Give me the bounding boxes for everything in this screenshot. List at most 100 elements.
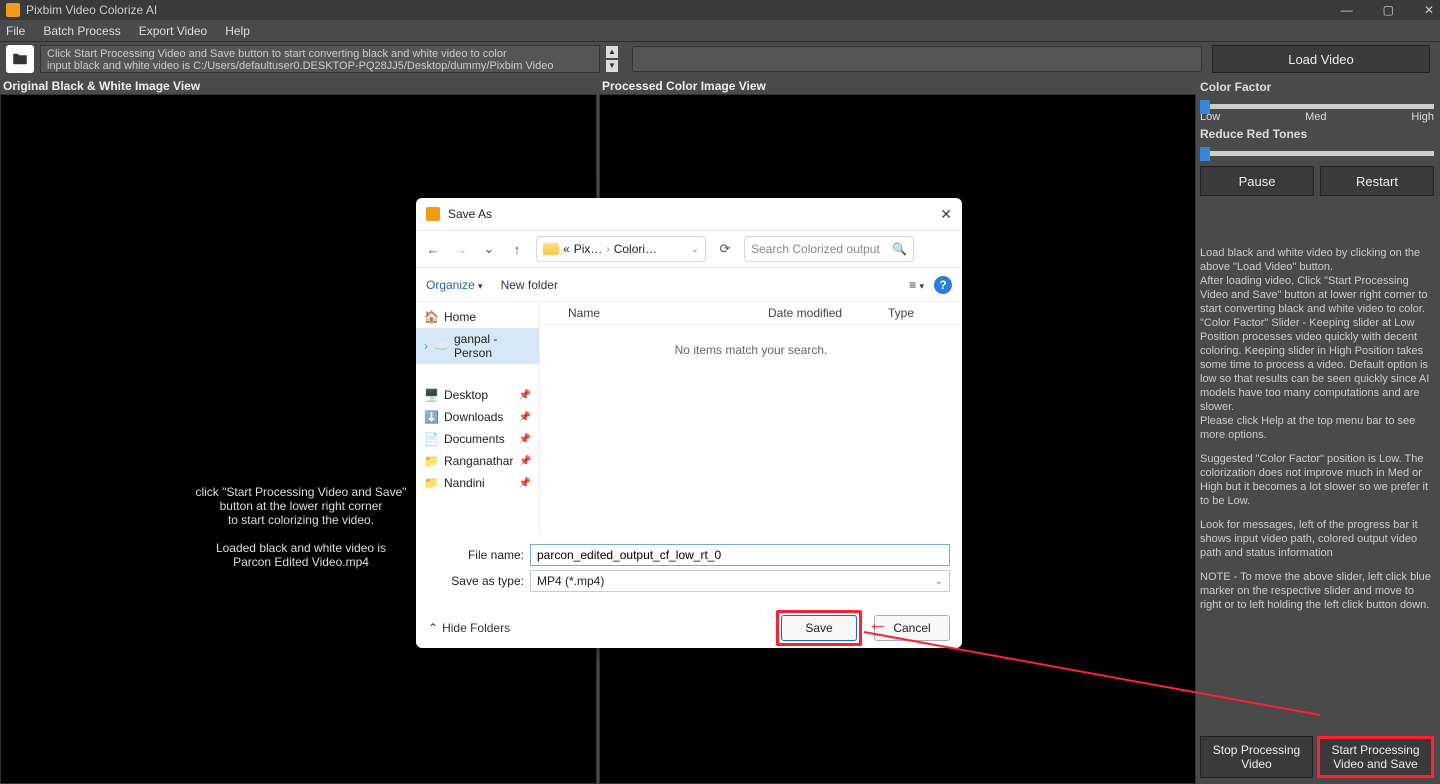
dialog-nav: ← → ⌄ ↑ « Pix… › Colori… ⌄ ⟳ Search Colo… <box>416 230 962 268</box>
tree-home[interactable]: 🏠Home <box>416 306 539 328</box>
save-button-highlight: Save <box>776 610 862 646</box>
menu-batch-process[interactable]: Batch Process <box>43 24 120 38</box>
window-close-icon[interactable]: ✕ <box>1424 3 1434 17</box>
info-p2: Suggested "Color Factor" position is Low… <box>1200 452 1434 508</box>
empty-message: No items match your search. <box>540 343 962 357</box>
nav-up-icon[interactable]: ↑ <box>508 242 526 257</box>
pin-icon: 📌 <box>519 434 531 445</box>
search-bar[interactable] <box>632 46 1202 72</box>
folder-icon <box>11 50 29 68</box>
stop-processing-button[interactable]: Stop Processing Video <box>1200 736 1313 778</box>
scroll-down-icon[interactable]: ▼ <box>606 60 618 72</box>
dialog-app-icon <box>426 207 440 221</box>
cf-med-label: Med <box>1305 111 1326 123</box>
color-factor-thumb[interactable] <box>1200 100 1210 114</box>
pin-icon: 📌 <box>519 456 531 467</box>
folder-icon: 📁 <box>424 476 438 490</box>
filename-input[interactable] <box>530 544 950 566</box>
cf-high-label: High <box>1411 111 1434 123</box>
menubar: File Batch Process Export Video Help <box>0 20 1440 42</box>
reduce-red-label: Reduce Red Tones <box>1200 127 1434 141</box>
info-p3: Look for messages, left of the progress … <box>1200 518 1434 560</box>
organize-menu[interactable]: Organize ▾ <box>426 278 483 292</box>
dialog-close-icon[interactable]: ✕ <box>940 206 952 223</box>
crumb-1[interactable]: Pix… <box>574 242 603 256</box>
tree-folder-nand[interactable]: 📁Nandini📌 <box>416 472 539 494</box>
processed-view-title: Processed Color Image View <box>602 79 766 93</box>
pin-icon: 📌 <box>519 478 531 489</box>
original-view-title: Original Black & White Image View <box>3 79 200 93</box>
folder-icon: 📁 <box>424 454 438 468</box>
annotation-arrow-icon: ← <box>868 613 888 636</box>
downloads-icon: ⬇️ <box>424 410 438 424</box>
load-video-button[interactable]: Load Video <box>1212 45 1430 73</box>
file-list-header[interactable]: Name Date modified Type <box>540 302 962 325</box>
tree-personal[interactable]: ›☁️ganpal - Person <box>416 328 539 364</box>
menu-file[interactable]: File <box>6 24 25 38</box>
window-maximize-icon[interactable]: ▢ <box>1383 3 1394 17</box>
info-p1: Load black and white video by clicking o… <box>1200 246 1434 442</box>
col-name[interactable]: Name <box>568 306 768 320</box>
titlebar: Pixbim Video Colorize AI — ▢ ✕ <box>0 0 1440 20</box>
tree-documents[interactable]: 📄Documents📌 <box>416 428 539 450</box>
new-folder-button[interactable]: New folder <box>501 278 558 292</box>
app-icon <box>6 3 20 17</box>
search-placeholder: Search Colorized output <box>751 242 880 256</box>
col-date[interactable]: Date modified <box>768 306 888 320</box>
color-factor-label: Color Factor <box>1200 80 1434 94</box>
pin-icon: 📌 <box>519 412 531 423</box>
hide-folders-toggle[interactable]: ⌃ Hide Folders <box>428 621 510 635</box>
menu-help[interactable]: Help <box>225 24 250 38</box>
sidebar: Color Factor Low Med High Reduce Red Ton… <box>1196 76 1440 784</box>
sidebar-info: Load black and white video by clicking o… <box>1200 246 1434 622</box>
info-p4: NOTE - To move the above slider, left cl… <box>1200 570 1434 612</box>
reduce-red-slider[interactable] <box>1200 151 1434 156</box>
status-line-2: input black and white video is C:/Users/… <box>47 60 593 73</box>
start-processing-button[interactable]: Start Processing Video and Save <box>1317 736 1434 778</box>
documents-icon: 📄 <box>424 432 438 446</box>
window-minimize-icon[interactable]: — <box>1341 3 1353 17</box>
status-line-1: Click Start Processing Video and Save bu… <box>47 48 593 60</box>
desktop-icon: 🖥️ <box>424 388 438 402</box>
refresh-icon[interactable]: ⟳ <box>716 241 734 257</box>
col-type[interactable]: Type <box>888 306 914 320</box>
dialog-toolbar: Organize ▾ New folder ≡ ▾ ? <box>416 268 962 302</box>
breadcrumb[interactable]: « Pix… › Colori… ⌄ <box>536 236 706 262</box>
scroll-up-icon[interactable]: ▲ <box>606 46 618 58</box>
filename-label: File name: <box>428 548 524 562</box>
tree-folder-rang[interactable]: 📁Ranganathar📌 <box>416 450 539 472</box>
status-scroll[interactable]: ▲ ▼ <box>606 46 618 72</box>
toolbar: Click Start Processing Video and Save bu… <box>0 42 1440 76</box>
pause-button[interactable]: Pause <box>1200 166 1314 196</box>
file-list: Name Date modified Type No items match y… <box>540 302 962 534</box>
search-icon: 🔍 <box>892 242 907 256</box>
filetype-label: Save as type: <box>428 574 524 588</box>
cloud-icon: ☁️ <box>434 339 448 353</box>
reduce-red-thumb[interactable] <box>1200 147 1210 161</box>
restart-button[interactable]: Restart <box>1320 166 1434 196</box>
filetype-select[interactable]: MP4 (*.mp4)⌄ <box>530 570 950 592</box>
home-icon: 🏠 <box>424 310 438 324</box>
status-message-box: Click Start Processing Video and Save bu… <box>40 45 600 73</box>
folder-tree: 🏠Home ›☁️ganpal - Person 🖥️Desktop📌 ⬇️Do… <box>416 302 540 534</box>
save-as-dialog: Save As ✕ ← → ⌄ ↑ « Pix… › Colori… ⌄ ⟳ S… <box>416 198 962 648</box>
view-mode-icon[interactable]: ≡ ▾ <box>909 278 924 292</box>
dialog-fields: File name: Save as type: MP4 (*.mp4)⌄ <box>416 534 962 602</box>
folder-icon <box>543 243 559 255</box>
tree-downloads[interactable]: ⬇️Downloads📌 <box>416 406 539 428</box>
dialog-search-input[interactable]: Search Colorized output 🔍 <box>744 236 914 262</box>
color-factor-slider[interactable] <box>1200 104 1434 109</box>
nav-recent-icon[interactable]: ⌄ <box>480 241 498 257</box>
tree-desktop[interactable]: 🖥️Desktop📌 <box>416 384 539 406</box>
menu-export-video[interactable]: Export Video <box>139 24 208 38</box>
dialog-title: Save As <box>448 207 492 221</box>
app-title: Pixbim Video Colorize AI <box>26 3 1341 17</box>
save-button[interactable]: Save <box>781 615 857 641</box>
crumb-2[interactable]: Colori… <box>614 242 657 256</box>
dialog-titlebar: Save As ✕ <box>416 198 962 230</box>
help-icon[interactable]: ? <box>934 276 952 294</box>
pin-icon: 📌 <box>519 390 531 401</box>
nav-forward-icon[interactable]: → <box>452 242 470 257</box>
nav-back-icon[interactable]: ← <box>424 242 442 257</box>
open-folder-button[interactable] <box>6 45 34 73</box>
